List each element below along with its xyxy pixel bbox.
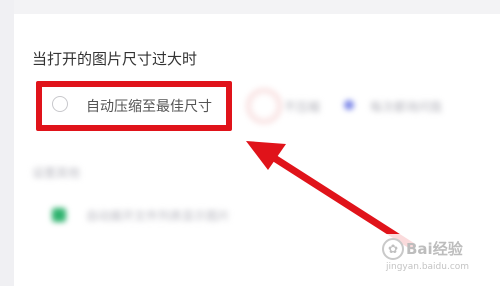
watermark-url: jingyan.baidu.com	[386, 262, 470, 272]
checkbox-option[interactable]: 自动展开文件列表显示图片	[52, 204, 252, 228]
radio-button[interactable]	[246, 88, 282, 124]
watermark-brand: Bai经验	[406, 240, 463, 258]
radio-label: 每次都询问我	[370, 100, 443, 114]
radio-button[interactable]	[344, 100, 354, 110]
watermark: ✿ Bai经验 jingyan.baidu.com	[378, 234, 496, 280]
checkbox[interactable]	[52, 208, 66, 222]
checkbox-label: 自动展开文件列表显示图片	[86, 209, 231, 223]
top-strip	[0, 0, 500, 14]
radio-label: 不压缩	[284, 100, 321, 114]
paw-icon: ✿	[382, 238, 404, 260]
radio-option-ask[interactable]: 每次都询问我	[342, 96, 472, 116]
left-strip	[0, 0, 14, 286]
radio-option-no-compress[interactable]: 不压缩	[246, 88, 326, 124]
section-subtitle: 设置其他	[32, 166, 81, 180]
section-title: 当打开的图片尺寸过大时	[32, 50, 198, 68]
highlight-box	[36, 81, 232, 131]
